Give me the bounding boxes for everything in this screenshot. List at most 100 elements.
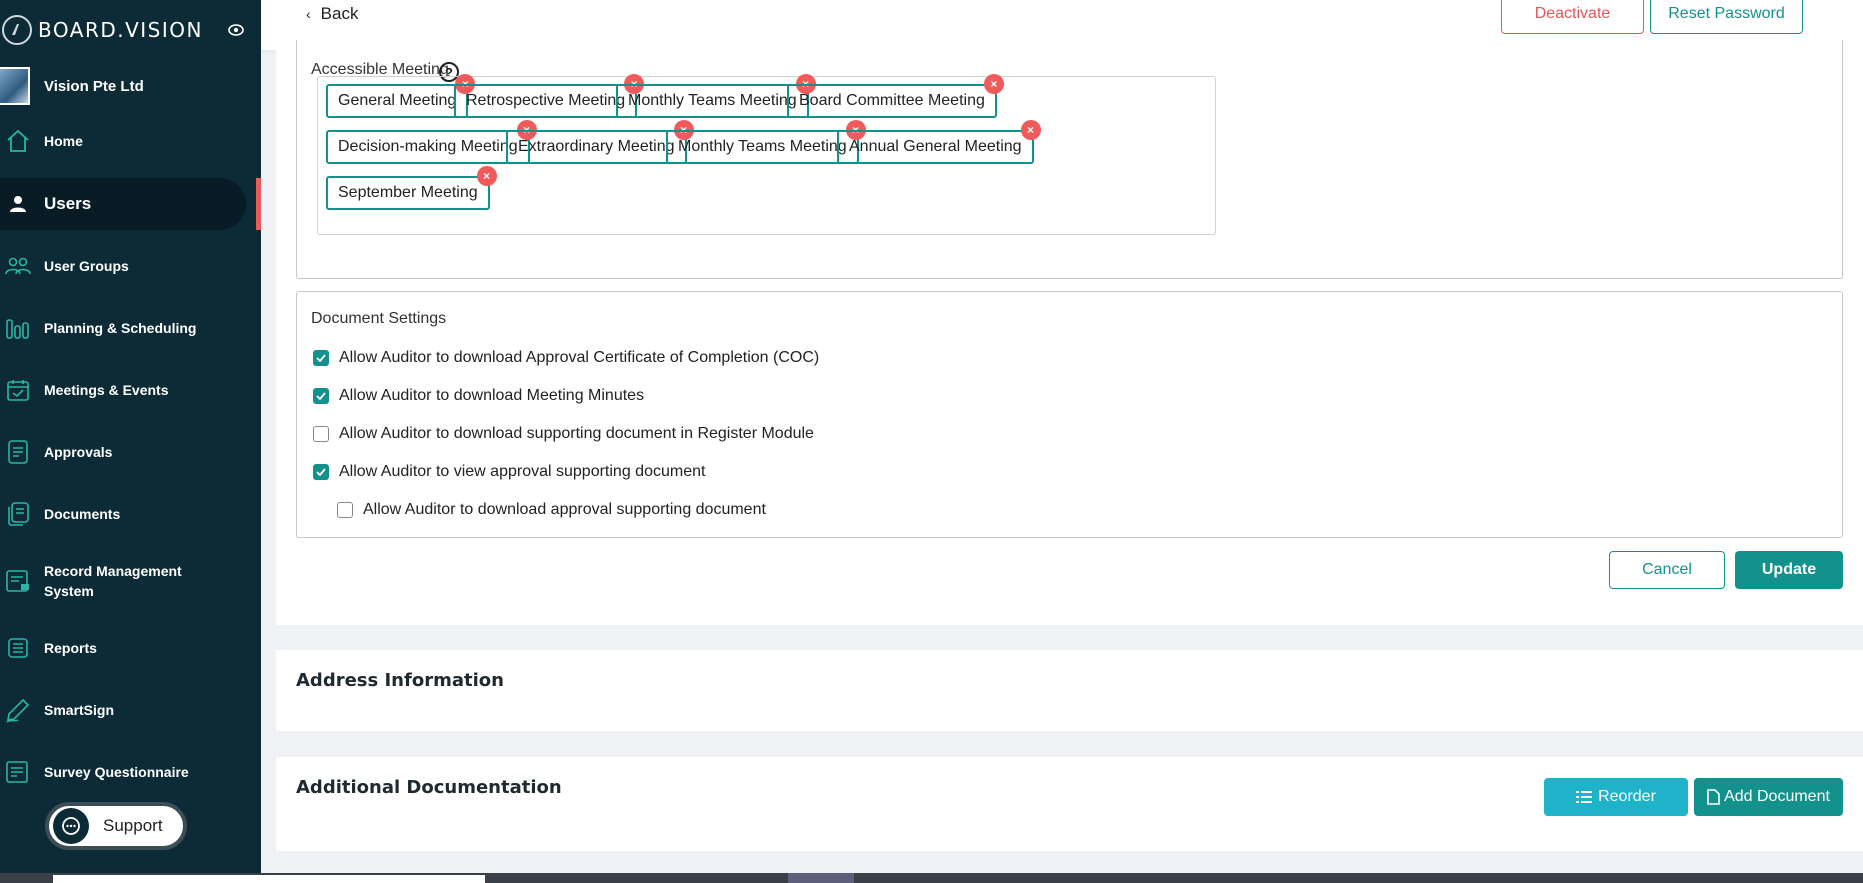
- sidebar-item-label: Home: [44, 133, 83, 149]
- document-settings-panel: Document Settings Allow Auditor to downl…: [296, 291, 1843, 538]
- chevron-left-icon: ‹: [306, 6, 311, 22]
- sidebar-item-survey-questionnaire[interactable]: Survey Questionnaire: [0, 746, 246, 798]
- checkbox-unchecked[interactable]: [337, 502, 353, 518]
- checkbox-unchecked[interactable]: [313, 426, 329, 442]
- remove-tag-icon[interactable]: ×: [476, 166, 497, 186]
- sidebar-item-user-groups[interactable]: User Groups: [0, 240, 246, 292]
- sidebar-item-documents[interactable]: Documents: [0, 488, 246, 540]
- organization-switcher[interactable]: Vision Pte Ltd: [0, 66, 144, 106]
- sidebar-item-label: Approvals: [44, 444, 113, 460]
- sidebar-item-meetings-events[interactable]: Meetings & Events: [0, 364, 246, 416]
- taskbar-segment: [788, 873, 854, 883]
- address-information-card[interactable]: Address Information: [276, 650, 1863, 731]
- meeting-tag: Monthly Teams Meeting ×: [666, 120, 866, 164]
- add-document-button[interactable]: Add Document: [1694, 778, 1843, 816]
- coc-download-checkbox-row[interactable]: Allow Auditor to download Approval Certi…: [313, 349, 819, 367]
- accessible-meeting-panel: Accessible Meeting ? General Meeting × Re…: [296, 40, 1843, 279]
- sidebar-item-label: Meetings & Events: [44, 382, 169, 398]
- active-item-marker: [256, 178, 261, 230]
- meeting-tag-label: Board Committee Meeting: [799, 92, 985, 109]
- sidebar-item-label: Reports: [44, 640, 97, 656]
- meeting-tags-box[interactable]: General Meeting × Retrospective Meeting × …: [317, 74, 1216, 235]
- file-icon: [1707, 789, 1720, 805]
- meeting-tag-label: Monthly Teams Meeting: [678, 138, 847, 155]
- meeting-tag-label: Monthly Teams Meeting: [628, 92, 797, 109]
- sidebar-item-users[interactable]: Users: [0, 178, 246, 230]
- brand[interactable]: BOARD.VISION: [0, 14, 261, 46]
- reorder-button[interactable]: Reorder: [1544, 778, 1688, 816]
- support-button[interactable]: Support: [45, 802, 187, 850]
- meeting-tag: Annual General Meeting ×: [837, 120, 1041, 164]
- meeting-tag: Retrospective Meeting ×: [454, 74, 645, 118]
- brand-name: BOARD.VISION: [38, 18, 203, 42]
- chart-bars-icon: [3, 313, 33, 343]
- cancel-button[interactable]: Cancel: [1609, 551, 1725, 589]
- meeting-tag: Monthly Teams Meeting ×: [616, 74, 816, 118]
- sidebar-item-label: SmartSign: [44, 702, 115, 718]
- back-link[interactable]: ‹ Back: [306, 4, 358, 24]
- back-label: Back: [320, 4, 359, 23]
- sidebar-item-reports[interactable]: Reports: [0, 622, 246, 674]
- checkbox-label: Allow Auditor to download Meeting Minute…: [339, 387, 645, 404]
- sidebar-item-label: Record Management System: [44, 563, 182, 599]
- checkbox-label: Allow Auditor to download Approval Certi…: [339, 349, 820, 366]
- checkbox-label: Allow Auditor to download approval suppo…: [363, 501, 766, 518]
- sidebar-item-smartsign[interactable]: SmartSign: [0, 684, 246, 736]
- add-document-label: Add Document: [1724, 788, 1830, 805]
- remove-tag-icon[interactable]: ×: [983, 74, 1004, 94]
- record-icon: [3, 566, 33, 596]
- user-groups-icon: [3, 251, 33, 281]
- checkbox-label: Allow Auditor to view approval supportin…: [339, 463, 706, 480]
- survey-icon: [3, 757, 33, 787]
- update-button[interactable]: Update: [1735, 551, 1843, 589]
- sidebar-item-label: Survey Questionnaire: [44, 764, 189, 780]
- sidebar-item-home[interactable]: Home: [0, 115, 246, 167]
- checkbox-checked[interactable]: [313, 350, 329, 366]
- user-icon: [3, 189, 33, 219]
- meeting-tag-label: General Meeting: [338, 92, 457, 109]
- minutes-download-checkbox-row[interactable]: Allow Auditor to download Meeting Minute…: [313, 387, 644, 405]
- checkbox-checked[interactable]: [313, 388, 329, 404]
- chat-icon: [53, 808, 89, 844]
- download-approval-checkbox-row[interactable]: Allow Auditor to download approval suppo…: [337, 501, 766, 519]
- list-icon: [3, 633, 33, 663]
- meeting-tag-label: Annual General Meeting: [849, 138, 1022, 155]
- meeting-tag: Extraordinary Meeting ×: [506, 120, 694, 164]
- meeting-tag: Decision-making Meeting ×: [326, 120, 537, 164]
- sidebar-item-label: Planning & Scheduling: [44, 320, 197, 336]
- meeting-tag: General Meeting ×: [326, 74, 476, 118]
- deactivate-button[interactable]: Deactivate: [1501, 0, 1644, 34]
- meeting-tag: Board Committee Meeting ×: [787, 74, 1004, 118]
- organization-avatar: [0, 67, 30, 105]
- organization-name: Vision Pte Ltd: [44, 77, 144, 95]
- meeting-tag: September Meeting ×: [326, 166, 497, 210]
- documents-icon: [3, 499, 33, 529]
- sidebar: BOARD.VISION Vision Pte Ltd Home Users U…: [0, 0, 261, 883]
- support-label: Support: [103, 816, 163, 835]
- checkbox-checked[interactable]: [313, 464, 329, 480]
- remove-tag-icon[interactable]: ×: [1020, 120, 1041, 140]
- sidebar-item-label: Users: [44, 194, 92, 213]
- meeting-tag-label: Extraordinary Meeting: [518, 138, 675, 155]
- additional-documentation-card: Additional Documentation Reorder Add Doc…: [276, 757, 1863, 851]
- reset-password-button[interactable]: Reset Password: [1650, 0, 1803, 34]
- sidebar-item-record-management-system[interactable]: Record Management System: [0, 555, 246, 607]
- sidebar-item-label: User Groups: [44, 258, 129, 274]
- pen-icon: [3, 695, 33, 725]
- checkbox-label: Allow Auditor to download supporting doc…: [339, 425, 814, 442]
- reorder-label: Reorder: [1598, 788, 1656, 805]
- address-information-title: Address Information: [296, 670, 504, 691]
- sidebar-item-approvals[interactable]: Approvals: [0, 426, 246, 478]
- view-approval-checkbox-row[interactable]: Allow Auditor to view approval supportin…: [313, 463, 705, 481]
- home-icon: [3, 126, 33, 156]
- user-settings-card: Accessible Meeting ? General Meeting × Re…: [276, 40, 1863, 625]
- taskbar-segment: [53, 875, 485, 883]
- register-download-checkbox-row[interactable]: Allow Auditor to download supporting doc…: [313, 425, 814, 443]
- sidebar-item-planning-scheduling[interactable]: Planning & Scheduling: [0, 302, 246, 354]
- document-settings-title: Document Settings: [311, 310, 447, 327]
- document-icon: [3, 437, 33, 467]
- taskbar-strip: [0, 873, 1863, 883]
- meeting-tag-label: Decision-making Meeting: [338, 138, 518, 155]
- eye-icon[interactable]: [227, 21, 245, 44]
- meeting-tag-label: September Meeting: [338, 184, 478, 201]
